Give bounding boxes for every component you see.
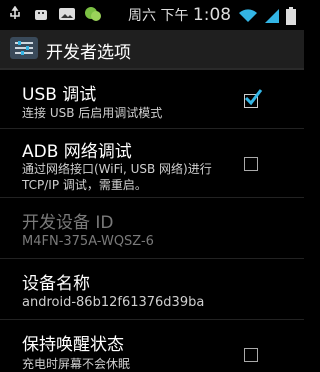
system-icons — [238, 7, 296, 25]
clock: 周六 下午 1:08 — [128, 5, 231, 25]
pref-stay-awake[interactable]: 保持唤醒状态 充电时屏幕不会休眠 — [0, 320, 304, 371]
action-bar: 开发者选项 — [0, 30, 304, 70]
wechat-icon — [85, 7, 101, 21]
notification-icons — [6, 6, 102, 22]
pref-title: 保持唤醒状态 — [22, 335, 124, 355]
pref-device-id: 开发设备 ID M4FN-375A-WQSZ-6 — [0, 198, 304, 259]
pref-title: USB 调试 — [22, 85, 97, 105]
clock-time: 1:08 — [192, 5, 232, 25]
usb-icon — [10, 6, 20, 19]
adb-network-checkbox[interactable] — [244, 157, 258, 171]
clock-day: 周六 下午 — [128, 8, 193, 24]
pref-adb-network-debugging[interactable]: ADB 网络调试 通过网络接口(WiFi, USB 网络)进行 TCP/IP 调… — [0, 129, 304, 198]
page-title: 开发者选项 — [46, 43, 131, 63]
pref-title: 开发设备 ID — [22, 213, 114, 233]
pref-summary: android-86b12f61376d39ba — [22, 295, 205, 310]
pref-summary: 充电时屏幕不会休眠 — [22, 357, 131, 371]
image-icon — [59, 8, 75, 20]
usb-debugging-checkbox[interactable] — [244, 89, 263, 108]
battery-icon — [286, 7, 296, 25]
pref-device-name[interactable]: 设备名称 android-86b12f61376d39ba — [0, 259, 304, 320]
status-bar: 周六 下午 1:08 — [0, 0, 304, 30]
pref-title: ADB 网络调试 — [22, 142, 132, 162]
stay-awake-checkbox[interactable] — [244, 348, 258, 362]
pref-summary: M4FN-375A-WQSZ-6 — [22, 234, 154, 249]
wifi-icon — [239, 9, 257, 22]
settings-sliders-icon[interactable] — [10, 37, 38, 59]
pref-summary: 连接 USB 后启用调试模式 — [22, 106, 163, 120]
signal-icon — [265, 9, 279, 23]
pref-title: 设备名称 — [22, 274, 90, 294]
pref-summary: 通过网络接口(WiFi, USB 网络)进行 TCP/IP 调试，需重启。 — [22, 162, 212, 192]
pref-usb-debugging[interactable]: USB 调试 连接 USB 后启用调试模式 — [0, 70, 304, 129]
preference-list: USB 调试 连接 USB 后启用调试模式 ADB 网络调试 通过网络接口(Wi… — [0, 70, 304, 371]
android-debug-icon — [35, 10, 47, 20]
